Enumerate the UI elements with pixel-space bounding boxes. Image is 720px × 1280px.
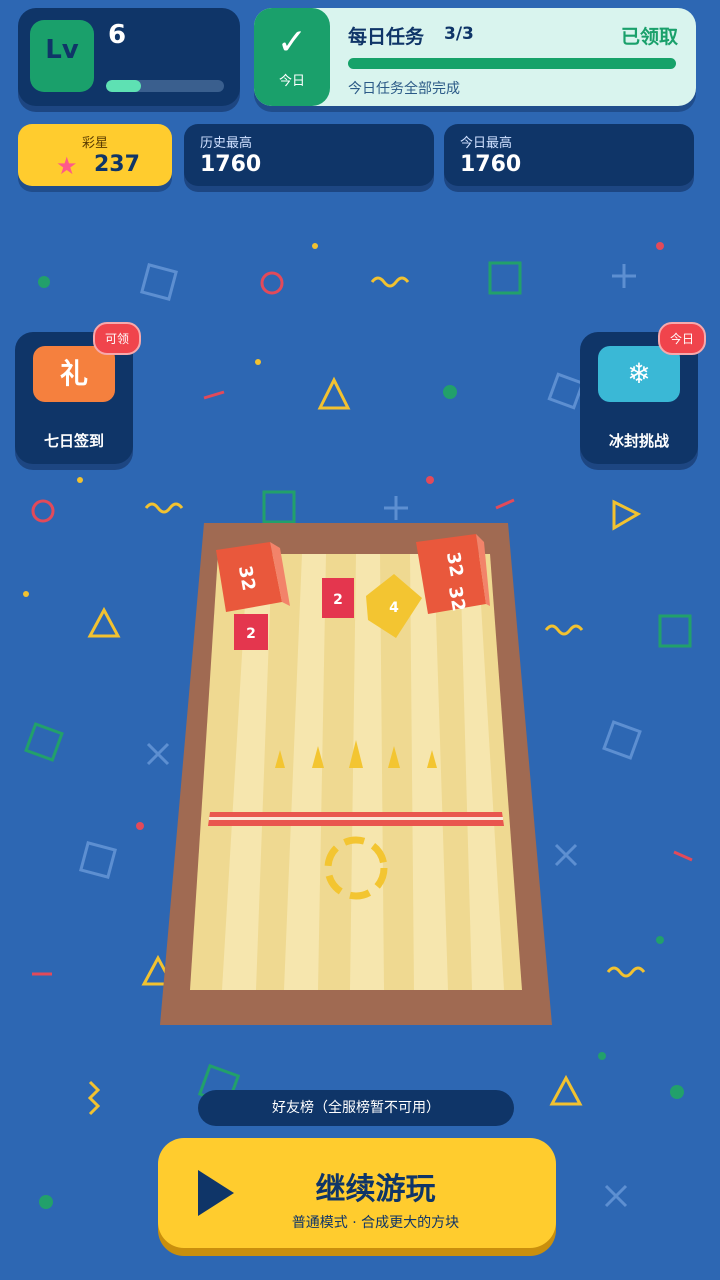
cube-2: 2 <box>322 578 354 618</box>
claimable-badge: 可领 <box>92 322 141 355</box>
ice-challenge-button[interactable]: ❄ 冰封挑战 今日 <box>580 322 706 464</box>
task-progress-fill <box>348 58 676 69</box>
play-title: 继续游玩 <box>315 1172 436 1207</box>
check-icon: ✓ <box>276 22 308 63</box>
stars-label: 彩星 <box>81 136 108 151</box>
today-label: 今日 <box>278 74 305 89</box>
stars-value: 237 <box>94 152 140 177</box>
level-progress-bar <box>106 80 224 92</box>
level-progress-fill <box>106 80 142 92</box>
task-status: 已领取 <box>620 26 678 48</box>
today-best-label: 今日最高 <box>460 136 513 151</box>
seven-day-signin-button[interactable]: 礼 七日签到 可领 <box>15 322 141 464</box>
svg-text:4: 4 <box>389 600 399 616</box>
stars-card[interactable]: 彩星 ★ 237 <box>18 124 172 186</box>
cube-2: 2 <box>234 614 268 650</box>
history-best-value: 1760 <box>200 152 262 177</box>
history-best-label: 历史最高 <box>200 136 253 151</box>
task-subtitle: 今日任务全部完成 <box>348 81 460 97</box>
ice-challenge-label: 冰封挑战 <box>608 432 669 450</box>
cube-32: 32 <box>216 542 290 612</box>
svg-text:2: 2 <box>246 626 256 642</box>
task-title: 每日任务 <box>348 26 425 48</box>
task-complete-badge: ✓ 今日 <box>254 8 330 106</box>
level-number: 6 <box>108 20 127 50</box>
daily-task-card[interactable]: ✓ 今日 每日任务 3/3 已领取 今日任务全部完成 <box>254 8 696 106</box>
signin-label: 七日签到 <box>43 432 104 450</box>
game-board[interactable]: 32 32 32 2 2 4 <box>160 520 552 1035</box>
svg-text:32: 32 <box>442 550 467 578</box>
friends-leaderboard-button[interactable]: 好友榜（全服榜暂不可用） <box>198 1090 514 1126</box>
svg-text:32: 32 <box>444 585 469 613</box>
star-icon: ★ <box>56 152 78 180</box>
cube-32: 32 32 <box>416 534 490 614</box>
today-best-card: 今日最高 1760 <box>444 124 694 186</box>
task-count: 3/3 <box>444 24 474 44</box>
today-best-value: 1760 <box>460 152 522 177</box>
level-card[interactable]: Lv 6 <box>18 8 240 106</box>
svg-text:2: 2 <box>333 592 343 608</box>
level-badge: Lv <box>30 20 94 92</box>
history-best-card: 历史最高 1760 <box>184 124 434 186</box>
task-progress-bar <box>348 58 676 69</box>
play-subtitle: 普通模式 · 合成更大的方块 <box>291 1215 460 1231</box>
svg-text:32: 32 <box>234 564 259 592</box>
continue-play-button[interactable]: 继续游玩 普通模式 · 合成更大的方块 <box>158 1138 556 1248</box>
today-badge: 今日 <box>657 322 706 355</box>
